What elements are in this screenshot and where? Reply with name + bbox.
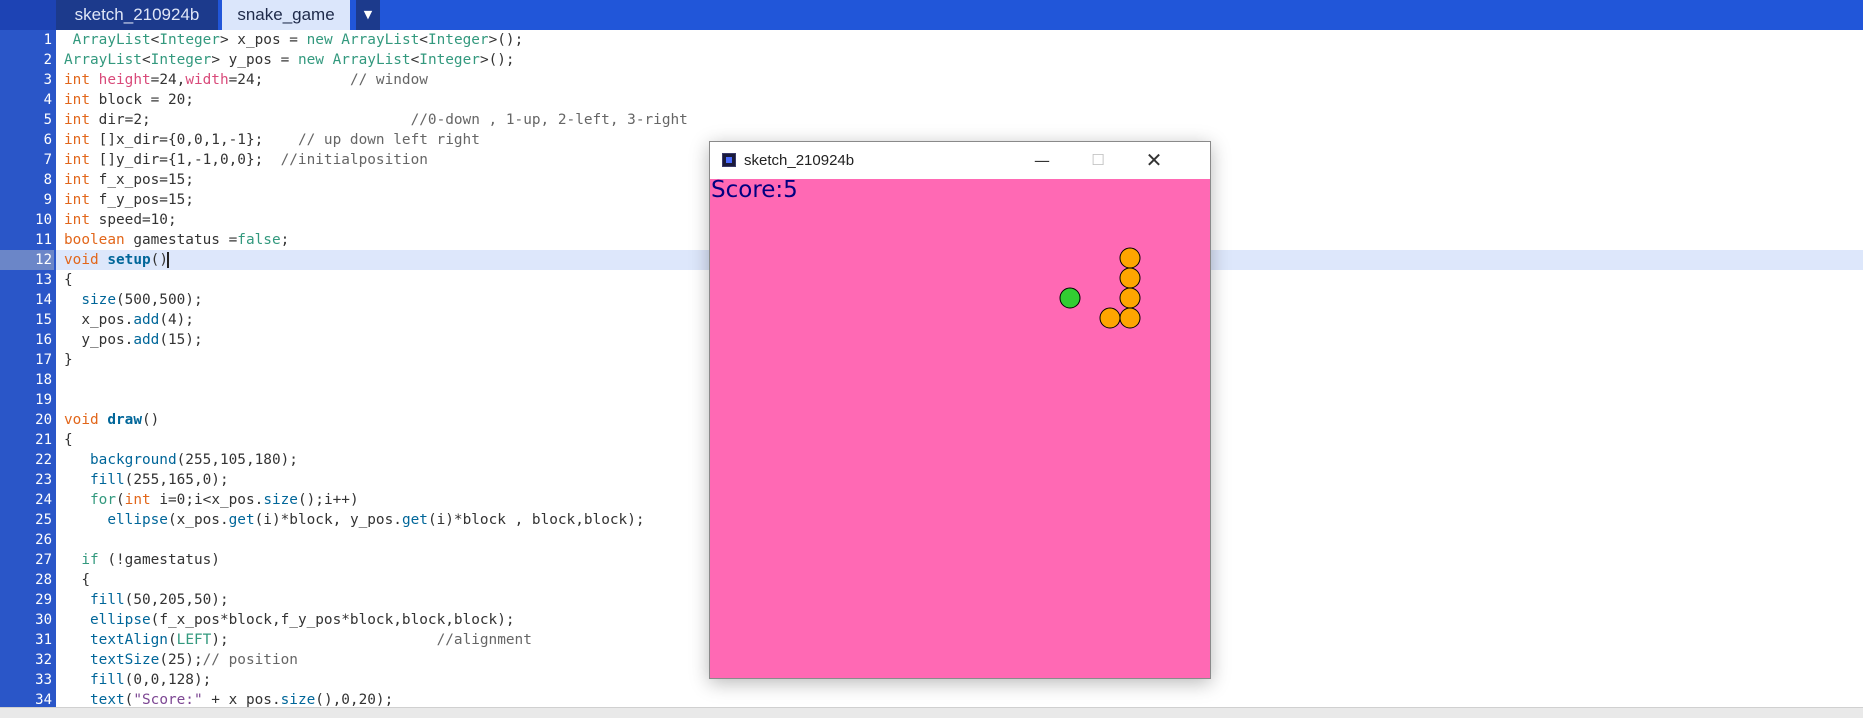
line-number: 18: [35, 372, 52, 388]
code-line[interactable]: for(int i=0;i<x_pos.size();i++): [64, 490, 688, 510]
snake-segment: [1119, 247, 1141, 269]
line-number: 32: [35, 652, 52, 668]
line-number: 6: [43, 132, 52, 148]
line-number: 26: [35, 532, 52, 548]
line-number: 10: [35, 212, 52, 228]
line-number: 16: [35, 332, 52, 348]
sketch-window[interactable]: sketch_210924b — ☐ ✕ Score:5: [709, 141, 1211, 679]
horizontal-scrollbar[interactable]: [0, 707, 1863, 718]
code-line[interactable]: [64, 390, 688, 410]
line-number: 5: [43, 112, 52, 128]
tab-menu-button[interactable]: ▼: [356, 0, 380, 30]
tab-snake-game[interactable]: snake_game: [222, 0, 350, 30]
line-number: 3: [43, 72, 52, 88]
line-number: 29: [35, 592, 52, 608]
line-number: 24: [35, 492, 52, 508]
tab-bar: sketch_210924b snake_game ▼: [0, 0, 1863, 30]
tab-bar-spacer: [0, 0, 56, 30]
line-number: 30: [35, 612, 52, 628]
line-number: 19: [35, 392, 52, 408]
code-line[interactable]: void draw(): [64, 410, 688, 430]
maximize-button[interactable]: ☐: [1070, 142, 1126, 179]
line-number: 13: [35, 272, 52, 288]
code-line[interactable]: int dir=2; //0-down , 1-up, 2-left, 3-ri…: [64, 110, 688, 130]
code-line[interactable]: ellipse(f_x_pos*block,f_y_pos*block,bloc…: [64, 610, 688, 630]
code-text[interactable]: ArrayList<Integer> x_pos = new ArrayList…: [64, 30, 688, 710]
line-number: 17: [35, 352, 52, 368]
snake-segment: [1119, 267, 1141, 289]
line-number: 4: [43, 92, 52, 108]
window-titlebar[interactable]: sketch_210924b — ☐ ✕: [710, 142, 1210, 179]
code-line[interactable]: int f_y_pos=15;: [64, 190, 688, 210]
code-line[interactable]: int block = 20;: [64, 90, 688, 110]
code-line[interactable]: int height=24,width=24; // window: [64, 70, 688, 90]
code-line[interactable]: int f_x_pos=15;: [64, 170, 688, 190]
code-line[interactable]: int []y_dir={1,-1,0,0}; //initialpositio…: [64, 150, 688, 170]
code-line[interactable]: [64, 370, 688, 390]
close-icon: ✕: [1145, 148, 1163, 172]
line-number: 1: [43, 32, 52, 48]
line-number: 15: [35, 312, 52, 328]
code-line[interactable]: void setup(): [64, 250, 688, 270]
line-number: 14: [35, 292, 52, 308]
line-number: 23: [35, 472, 52, 488]
food-circle: [1059, 287, 1081, 309]
line-number: 28: [35, 572, 52, 588]
close-button[interactable]: ✕: [1126, 142, 1182, 179]
minimize-icon: —: [1034, 151, 1050, 170]
sketch-canvas[interactable]: Score:5: [710, 179, 1210, 678]
code-line[interactable]: {: [64, 270, 688, 290]
code-line[interactable]: [64, 530, 688, 550]
line-number: 22: [35, 452, 52, 468]
line-number: 8: [43, 172, 52, 188]
maximize-icon: ☐: [1091, 151, 1105, 169]
line-number: 7: [43, 152, 52, 168]
code-line[interactable]: size(500,500);: [64, 290, 688, 310]
line-number-gutter: 1 2 3 4 5 6 7 8 9 10 11 12 13 14 15 16 17 18 19 20 21 22 23 24 2…: [0, 30, 56, 710]
snake-segment: [1119, 307, 1141, 329]
code-line[interactable]: {: [64, 570, 688, 590]
line-number: 33: [35, 672, 52, 688]
code-line[interactable]: fill(0,0,128);: [64, 670, 688, 690]
line-number: 21: [35, 432, 52, 448]
snake-segment: [1119, 287, 1141, 309]
code-line[interactable]: if (!gamestatus): [64, 550, 688, 570]
window-title: sketch_210924b: [744, 152, 855, 169]
code-line[interactable]: x_pos.add(4);: [64, 310, 688, 330]
line-number: 9: [43, 192, 52, 208]
dropdown-arrow-icon: ▼: [363, 8, 373, 21]
code-line[interactable]: int []x_dir={0,0,1,-1}; // up down left …: [64, 130, 688, 150]
code-line[interactable]: ArrayList<Integer> y_pos = new ArrayList…: [64, 50, 688, 70]
line-number: 27: [35, 552, 52, 568]
processing-app-icon: [722, 153, 736, 167]
code-line[interactable]: fill(255,165,0);: [64, 470, 688, 490]
line-number: 2: [43, 52, 52, 68]
code-line[interactable]: textAlign(LEFT); //alignment: [64, 630, 688, 650]
code-line[interactable]: textSize(25);// position: [64, 650, 688, 670]
tab-sketch-210924b[interactable]: sketch_210924b: [56, 0, 218, 30]
code-line[interactable]: }: [64, 350, 688, 370]
code-line[interactable]: boolean gamestatus =false;: [64, 230, 688, 250]
code-line[interactable]: background(255,105,180);: [64, 450, 688, 470]
minimize-button[interactable]: —: [1014, 142, 1070, 179]
game-graphics: [1059, 247, 1141, 329]
line-number: 12: [0, 250, 54, 270]
line-number: 25: [35, 512, 52, 528]
code-line[interactable]: ellipse(x_pos.get(i)*block, y_pos.get(i)…: [64, 510, 688, 530]
line-number: 11: [35, 232, 52, 248]
snake-segment: [1099, 307, 1121, 329]
code-line[interactable]: int speed=10;: [64, 210, 688, 230]
code-line[interactable]: {: [64, 430, 688, 450]
code-line[interactable]: ArrayList<Integer> x_pos = new ArrayList…: [64, 30, 688, 50]
line-numbers: 1 2 3 4 5 6 7 8 9 10 11 12 13 14 15 16 17 18 19 20 21 22 23 24 2…: [0, 30, 54, 710]
line-number: 20: [35, 412, 52, 428]
text-caret: [166, 252, 169, 268]
code-line[interactable]: fill(50,205,50);: [64, 590, 688, 610]
line-number: 31: [35, 632, 52, 648]
code-line[interactable]: y_pos.add(15);: [64, 330, 688, 350]
